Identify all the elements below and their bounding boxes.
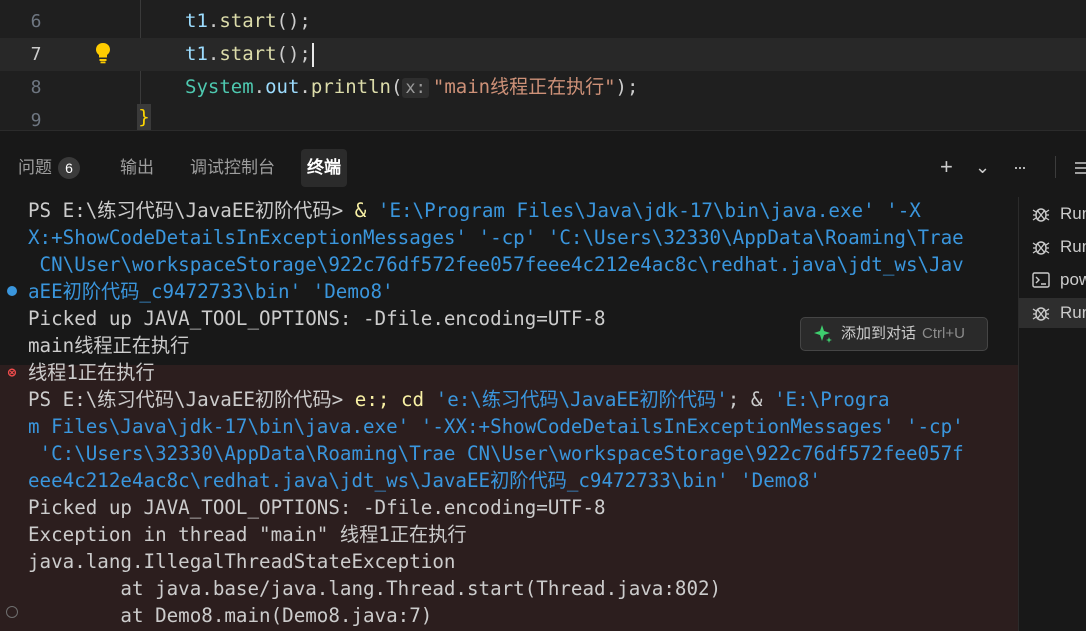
panel-tabbar: 问题 6 输出 调试控制台 终端 + ⌄ ··· [0, 131, 1086, 197]
terminal-line: eee4c212e4ac8c\redhat.java\jdt_ws\JavaEE… [28, 469, 821, 492]
code-line-6[interactable]: 6 t1.start(); [0, 5, 1086, 38]
line-number: 9 [30, 110, 42, 130]
code-line-9[interactable]: 9 [0, 104, 1086, 130]
debug-icon [1032, 241, 1050, 255]
terminal-actions-icon[interactable] [1074, 159, 1086, 177]
terminal-line: X:+ShowCodeDetailsInExceptionMessages' '… [28, 226, 964, 249]
debug-icon [1032, 208, 1050, 222]
terminal-line: Exception in thread "main" 线程1正在执行 [28, 523, 467, 546]
terminal-line: PS E:\练习代码\JavaEE初阶代码> e:; cd 'e:\练习代码\J… [28, 388, 890, 411]
command-running-decoration[interactable] [6, 606, 18, 618]
terminal-line: Picked up JAVA_TOOL_OPTIONS: -Dfile.enco… [28, 496, 606, 519]
code-text[interactable]: System.out.println(x: "main线程正在执行"); [185, 71, 638, 105]
problems-count-badge: 6 [58, 157, 80, 179]
add-to-chat-button[interactable]: 添加到对话 Ctrl+U [800, 317, 988, 351]
line-number: 7 [30, 44, 42, 65]
tab-problems[interactable]: 问题 6 [12, 149, 86, 187]
lightbulb-icon[interactable] [93, 42, 113, 64]
toolbar-divider [1055, 156, 1056, 178]
line-number: 8 [30, 77, 42, 98]
terminal-line: m Files\Java\jdk-17\bin\java.exe' '-XX:+… [28, 415, 964, 438]
terminal-list-item[interactable]: Run [1019, 232, 1086, 262]
terminal-line: java.lang.IllegalThreadStateException [28, 550, 456, 573]
sparkle-icon [814, 325, 832, 343]
tab-debug-console[interactable]: 调试控制台 [184, 149, 281, 187]
more-actions-icon[interactable]: ··· [1013, 153, 1027, 181]
new-terminal-icon[interactable]: + [940, 153, 953, 181]
parameter-hint: x: [402, 78, 429, 98]
terminal-line: 'C:\Users\32330\AppData\Roaming\Trae CN\… [28, 442, 964, 465]
add-to-chat-label: 添加到对话 [841, 325, 917, 342]
terminal-line: main线程正在执行 [28, 334, 190, 357]
command-success-decoration[interactable] [7, 286, 17, 296]
terminal-line: aEE初阶代码_c9472733\bin' 'Demo8' [28, 280, 394, 303]
closing-brace: } [137, 104, 151, 130]
terminal-line: Picked up JAVA_TOOL_OPTIONS: -Dfile.enco… [28, 307, 606, 330]
chevron-down-icon[interactable]: ⌄ [975, 153, 990, 181]
terminal-line: at java.base/java.lang.Thread.start(Thre… [28, 577, 722, 600]
code-text[interactable]: t1.start(); [185, 38, 314, 71]
terminal-line: 线程1正在执行 [28, 361, 155, 384]
terminal-list-item[interactable]: Run [1019, 199, 1086, 229]
shortcut-hint: Ctrl+U [922, 325, 965, 342]
terminal-output[interactable]: ⊗ PS E:\练习代码\JavaEE初阶代码> & 'E:\Program F… [0, 197, 1018, 631]
code-editor[interactable]: 6 t1.start(); 7 t1.start(); 8 System.out… [0, 0, 1086, 130]
code-line-7[interactable]: 7 t1.start(); [0, 38, 1086, 71]
bottom-panel: 问题 6 输出 调试控制台 终端 + ⌄ ··· ⊗ PS E:\练习代码\Jav… [0, 130, 1086, 631]
debug-icon [1032, 307, 1050, 321]
terminal-list-item[interactable]: pow [1019, 265, 1086, 295]
terminal-icon [1032, 272, 1050, 288]
tab-terminal[interactable]: 终端 [301, 149, 347, 187]
text-cursor [311, 42, 314, 67]
line-number: 6 [30, 11, 42, 32]
terminal-line: at Demo8.main(Demo8.java:7) [28, 604, 433, 627]
terminal-list: Run Run pow Run [1018, 197, 1086, 631]
terminal-line: CN\User\workspaceStorage\922c76df572fee0… [28, 253, 964, 276]
terminal-line: PS E:\练习代码\JavaEE初阶代码> & 'E:\Program Fil… [28, 199, 921, 222]
tab-output[interactable]: 输出 [114, 149, 160, 187]
terminal-list-item[interactable]: Run [1019, 298, 1086, 328]
code-line-8[interactable]: 8 System.out.println(x: "main线程正在执行"); [0, 71, 1086, 104]
command-error-decoration[interactable]: ⊗ [6, 366, 18, 380]
tab-label: 问题 [18, 158, 52, 177]
code-text[interactable]: t1.start(); [185, 5, 311, 38]
